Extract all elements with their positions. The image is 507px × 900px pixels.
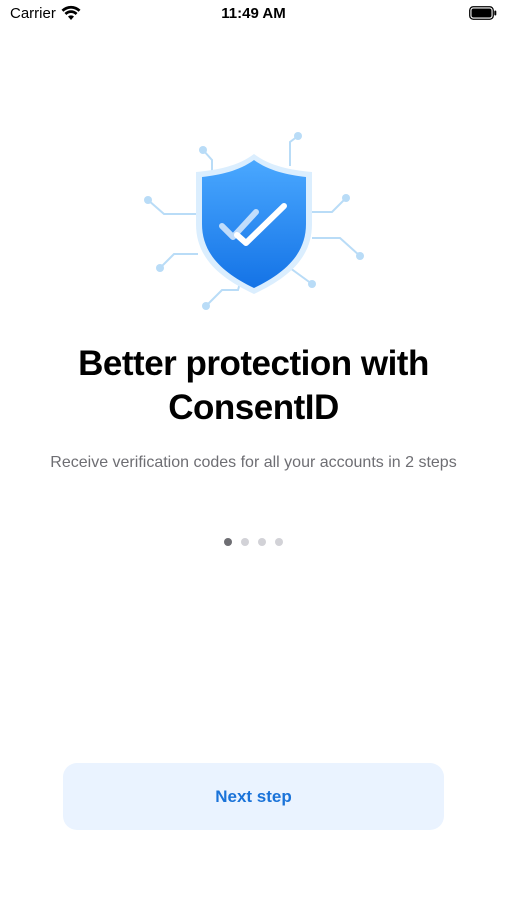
next-step-button[interactable]: Next step [63,763,444,830]
page-dot-3[interactable] [258,538,266,546]
page-dot-4[interactable] [275,538,283,546]
onboarding-title: Better protection with ConsentID [78,344,429,427]
page-indicator[interactable] [0,538,507,546]
page-dot-1[interactable] [224,538,232,546]
onboarding-subtitle: Receive verification codes for all your … [50,454,457,471]
battery-icon [469,6,497,20]
page-dot-2[interactable] [241,538,249,546]
status-bar: Carrier 11:49 AM [0,0,507,30]
shield-check-icon [144,132,364,310]
clock: 11:49 AM [221,5,286,22]
